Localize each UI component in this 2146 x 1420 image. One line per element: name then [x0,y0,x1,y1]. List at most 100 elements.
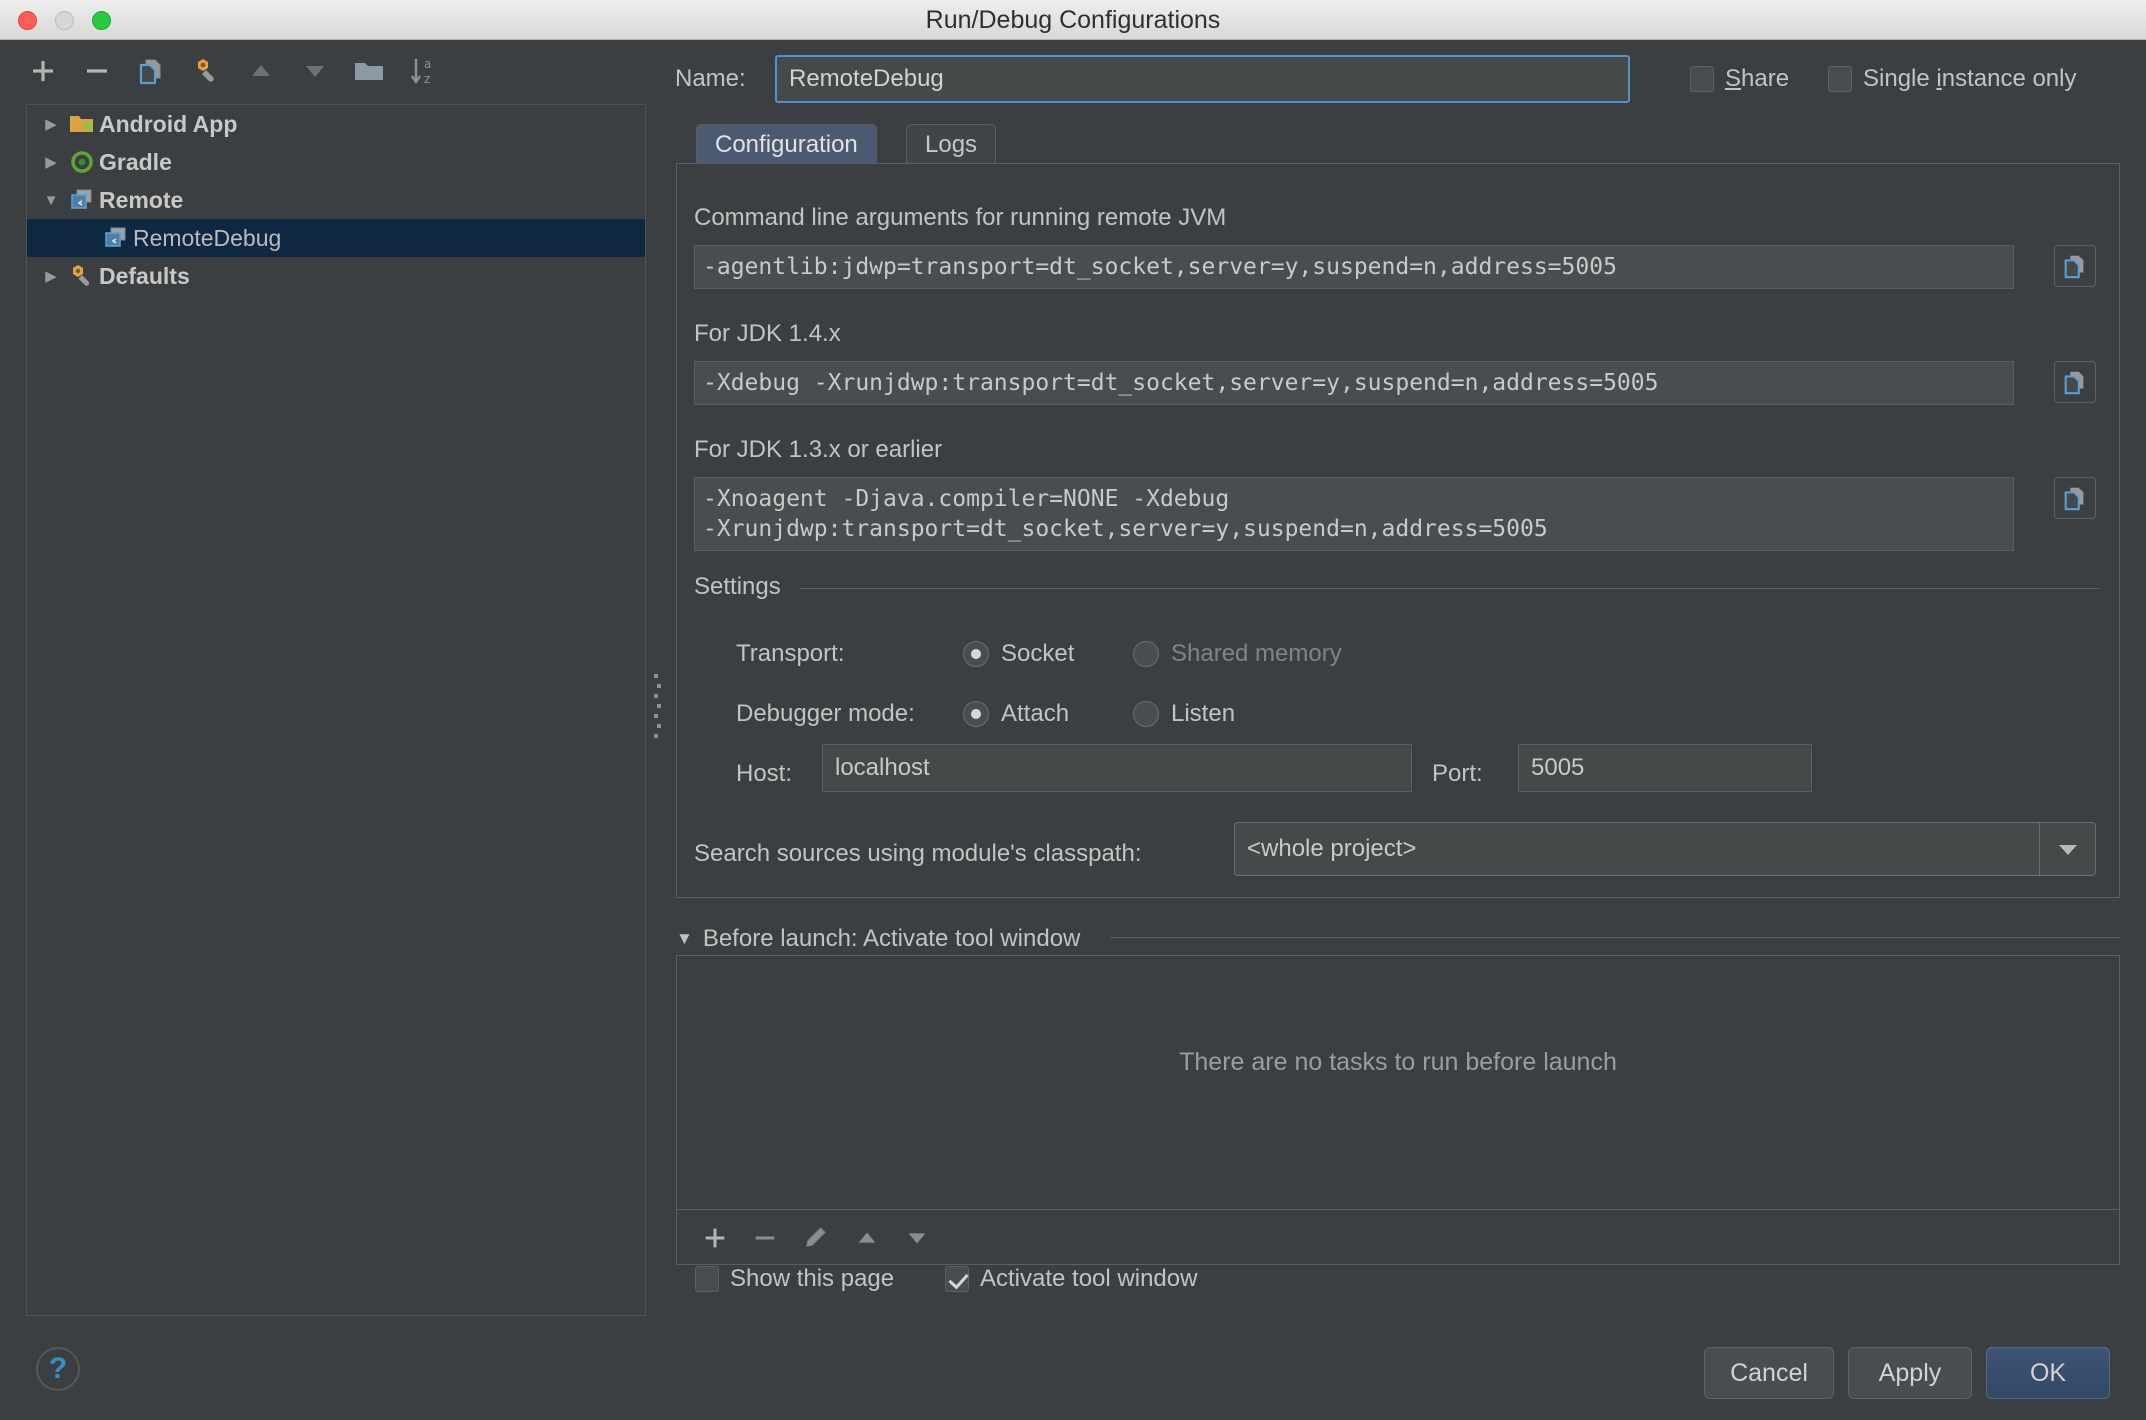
transport-shared-memory-label: Shared memory [1171,640,1342,667]
run-debug-configurations-dialog: Run/Debug Configurations a z ▶ Android A… [0,0,2146,1420]
port-input[interactable] [1518,744,1812,792]
name-label: Name: [675,65,746,92]
copy-jdk14-button[interactable] [2054,361,2096,403]
before-launch-empty-text: There are no tasks to run before launch [1179,1048,1617,1076]
android-app-icon [65,112,99,136]
move-down-button[interactable] [294,50,336,92]
tree-item-defaults[interactable]: ▶ Defaults [27,257,645,295]
copy-configuration-button[interactable] [130,50,172,92]
share-label: Share [1725,65,1790,92]
tree-item-android-app[interactable]: ▶ Android App [27,105,645,143]
svg-text:a: a [424,57,431,71]
move-task-down-button[interactable] [895,1216,939,1260]
jdk13-value-field[interactable]: -Xnoagent -Djava.compiler=NONE -Xdebug -… [694,477,2014,551]
ok-button[interactable]: OK [1986,1347,2110,1399]
debugger-mode-attach-label: Attach [1001,700,1070,727]
jdk14-value-field[interactable]: -Xdebug -Xrunjdwp:transport=dt_socket,se… [694,361,2014,405]
question-mark-icon: ? [48,1352,68,1385]
radio-dot[interactable] [963,701,989,727]
splitter-grip[interactable] [654,674,661,744]
radio-dot[interactable] [963,641,989,667]
expand-arrow-icon[interactable]: ▶ [37,267,65,285]
activate-window-checkbox-box[interactable] [945,1266,969,1292]
tree-item-label: Remote [99,186,184,213]
debugger-mode-listen-label: Listen [1171,700,1236,727]
new-folder-button[interactable] [348,50,390,92]
single-instance-label: Single instance only [1863,65,2077,92]
port-label: Port: [1432,760,1483,787]
transport-shared-memory-radio: Shared memory [1133,640,1342,668]
radio-dot[interactable] [1133,701,1159,727]
settings-group-divider [800,588,2100,589]
expand-arrow-icon[interactable]: ▶ [37,153,65,171]
move-task-up-button[interactable] [845,1216,889,1260]
apply-button[interactable]: Apply [1848,1347,1972,1399]
svg-text:z: z [424,72,430,86]
remove-configuration-button[interactable] [76,50,118,92]
move-up-button[interactable] [240,50,282,92]
panel-splitter[interactable] [650,104,664,1316]
activate-tool-window-checkbox[interactable]: Activate tool window [945,1265,1197,1293]
share-checkbox[interactable]: Share [1690,65,1789,93]
remove-task-button[interactable] [743,1216,787,1260]
collapse-arrow-icon[interactable]: ▼ [37,192,65,209]
debugger-mode-attach-radio[interactable]: Attach [963,700,1069,728]
host-label: Host: [736,760,793,787]
tree-item-label: Defaults [99,262,190,289]
before-launch-divider [1110,937,2120,938]
title-bar: Run/Debug Configurations [0,0,2146,40]
name-input[interactable] [775,55,1630,103]
transport-label: Transport: [736,640,845,667]
tree-item-label: Gradle [99,148,172,175]
tab-logs[interactable]: Logs [906,124,997,166]
window-title: Run/Debug Configurations [925,6,1221,34]
edit-task-pencil-button[interactable] [793,1216,837,1260]
help-button[interactable]: ? [36,1347,80,1391]
debugger-mode-listen-radio[interactable]: Listen [1133,700,1235,728]
tab-bar: Configuration Logs [690,124,2120,166]
share-checkbox-box[interactable] [1690,66,1714,92]
sidebar-toolbar: a z [0,40,660,100]
triangle-down-icon[interactable]: ▼ [676,929,693,949]
tree-item-gradle[interactable]: ▶ Gradle [27,143,645,181]
single-instance-only-checkbox[interactable]: Single instance only [1828,65,2077,93]
copy-cmdline-button[interactable] [2054,245,2096,287]
radio-dot [1133,641,1159,667]
chevron-down-icon[interactable] [2039,823,2095,875]
gradle-icon [65,149,99,175]
tree-item-remote[interactable]: ▼ Remote [27,181,645,219]
jdk13-label: For JDK 1.3.x or earlier [694,436,943,463]
show-page-checkbox-box[interactable] [695,1266,719,1292]
remote-icon [99,226,133,250]
activate-window-label: Activate tool window [980,1265,1198,1292]
classpath-combobox[interactable]: <whole project> [1234,822,2096,876]
before-launch-title: Before launch: Activate tool window [702,925,1081,952]
tree-item-remotedebug[interactable]: RemoteDebug [27,219,645,257]
show-page-label: Show this page [730,1265,895,1292]
host-input[interactable] [822,744,1412,792]
edit-defaults-wrench-button[interactable] [184,50,226,92]
expand-arrow-icon[interactable]: ▶ [37,115,65,133]
configurations-tree[interactable]: ▶ Android App ▶ Gradle ▼ Remote RemoteDe… [26,104,646,1316]
before-launch-header[interactable]: ▼ Before launch: Activate tool window [676,925,1080,953]
classpath-label: Search sources using module's classpath: [694,840,1142,867]
tree-item-label: Android App [99,110,238,137]
classpath-value: <whole project> [1247,835,1417,862]
cancel-button[interactable]: Cancel [1704,1347,1834,1399]
sort-alphabetically-button[interactable]: a z [402,50,444,92]
cmdline-value-field[interactable]: -agentlib:jdwp=transport=dt_socket,serve… [694,245,2014,289]
show-this-page-checkbox[interactable]: Show this page [695,1265,894,1293]
add-configuration-button[interactable] [22,50,64,92]
jdk14-label: For JDK 1.4.x [694,320,841,347]
transport-socket-radio[interactable]: Socket [963,640,1074,668]
single-instance-checkbox-box[interactable] [1828,66,1852,92]
remote-icon [65,188,99,212]
copy-jdk13-button[interactable] [2054,477,2096,519]
tree-item-label: RemoteDebug [133,224,282,251]
transport-socket-label: Socket [1001,640,1075,667]
before-launch-task-list[interactable]: There are no tasks to run before launch [676,955,2120,1210]
cmdline-label: Command line arguments for running remot… [694,204,1227,231]
tab-configuration[interactable]: Configuration [696,124,877,166]
add-task-button[interactable] [693,1216,737,1260]
before-launch-toolbar [676,1210,2120,1265]
